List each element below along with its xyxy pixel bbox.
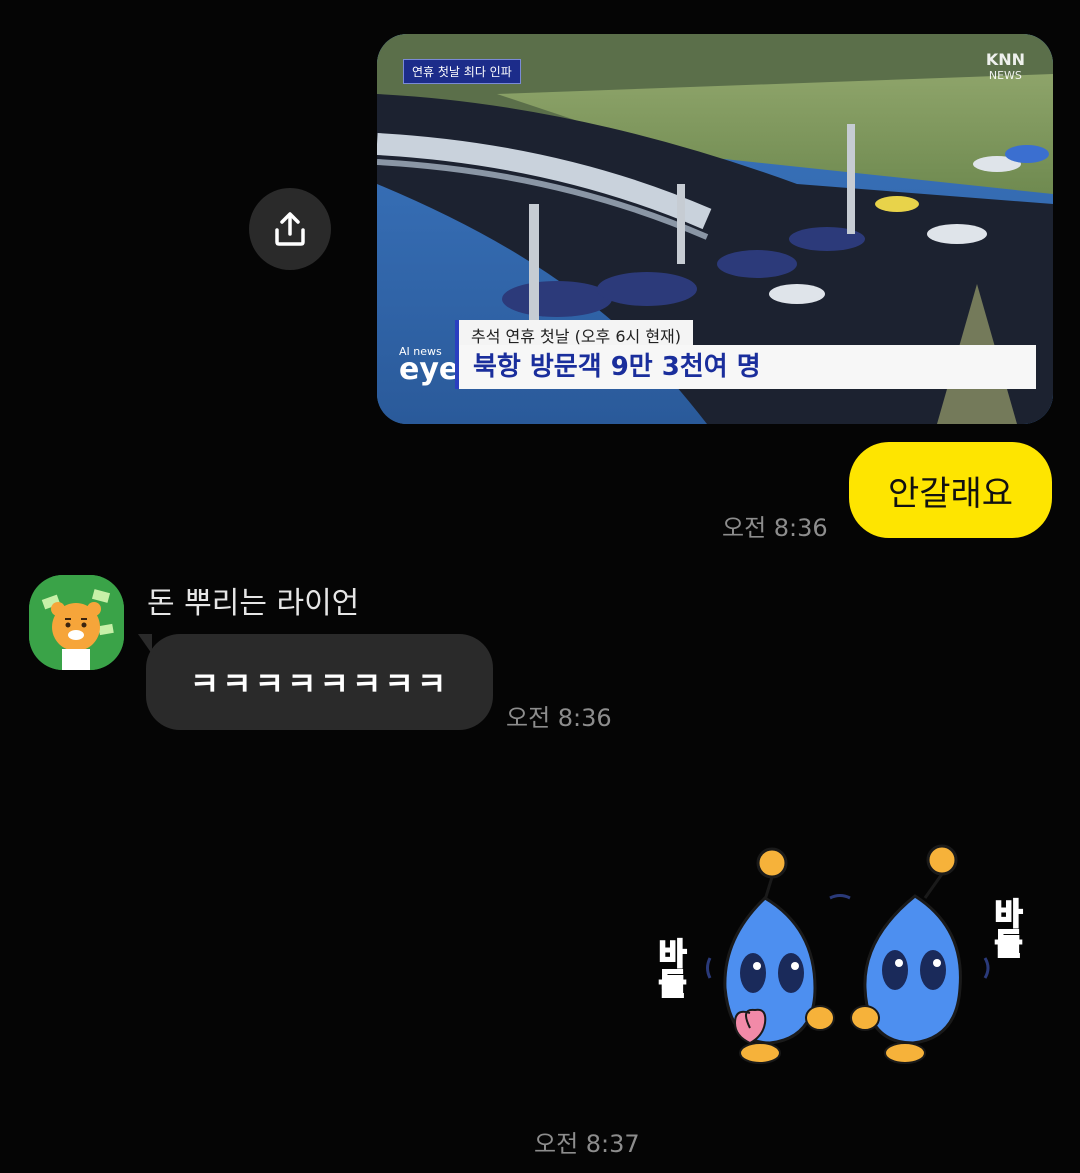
news-topic-tag: 연휴 첫날 최다 인파 [403, 59, 521, 84]
shared-photo[interactable]: 연휴 첫날 최다 인파 KNN NEWS AI news eye 추석 연휴 첫… [377, 34, 1053, 424]
broadcaster-logo: KNN NEWS [986, 52, 1025, 84]
broadcaster-name: KNN [985, 50, 1025, 69]
program-logo-main: eye [399, 352, 460, 387]
sender-name: 돈 뿌리는 라이언 [147, 586, 360, 621]
sticker-text-right: 바들 [988, 898, 1023, 958]
news-caption-main: 북항 방문객 9만 3천여 명 [455, 345, 1036, 389]
broadcaster-sub: NEWS [988, 69, 1022, 82]
lion-avatar-icon [29, 575, 124, 670]
program-logo: AI news eye [399, 346, 459, 385]
share-upload-icon [275, 212, 305, 246]
other-message-bubble[interactable]: ㅋㅋㅋㅋㅋㅋㅋㅋ [146, 634, 493, 730]
other-message-time: 오전 8:36 [506, 704, 612, 732]
sticker-message-time: 오전 8:37 [534, 1130, 640, 1158]
sticker-text-left: 바들 [655, 938, 687, 998]
avatar[interactable] [29, 575, 124, 670]
sticker-message[interactable]: 바들 바들 [651, 838, 1055, 1088]
my-message-time: 오전 8:36 [722, 514, 828, 542]
trembling-blobs-sticker: 바들 바들 [651, 844, 1024, 1064]
my-message-bubble[interactable]: 안갈래요 [849, 442, 1052, 538]
share-button[interactable] [249, 188, 331, 270]
